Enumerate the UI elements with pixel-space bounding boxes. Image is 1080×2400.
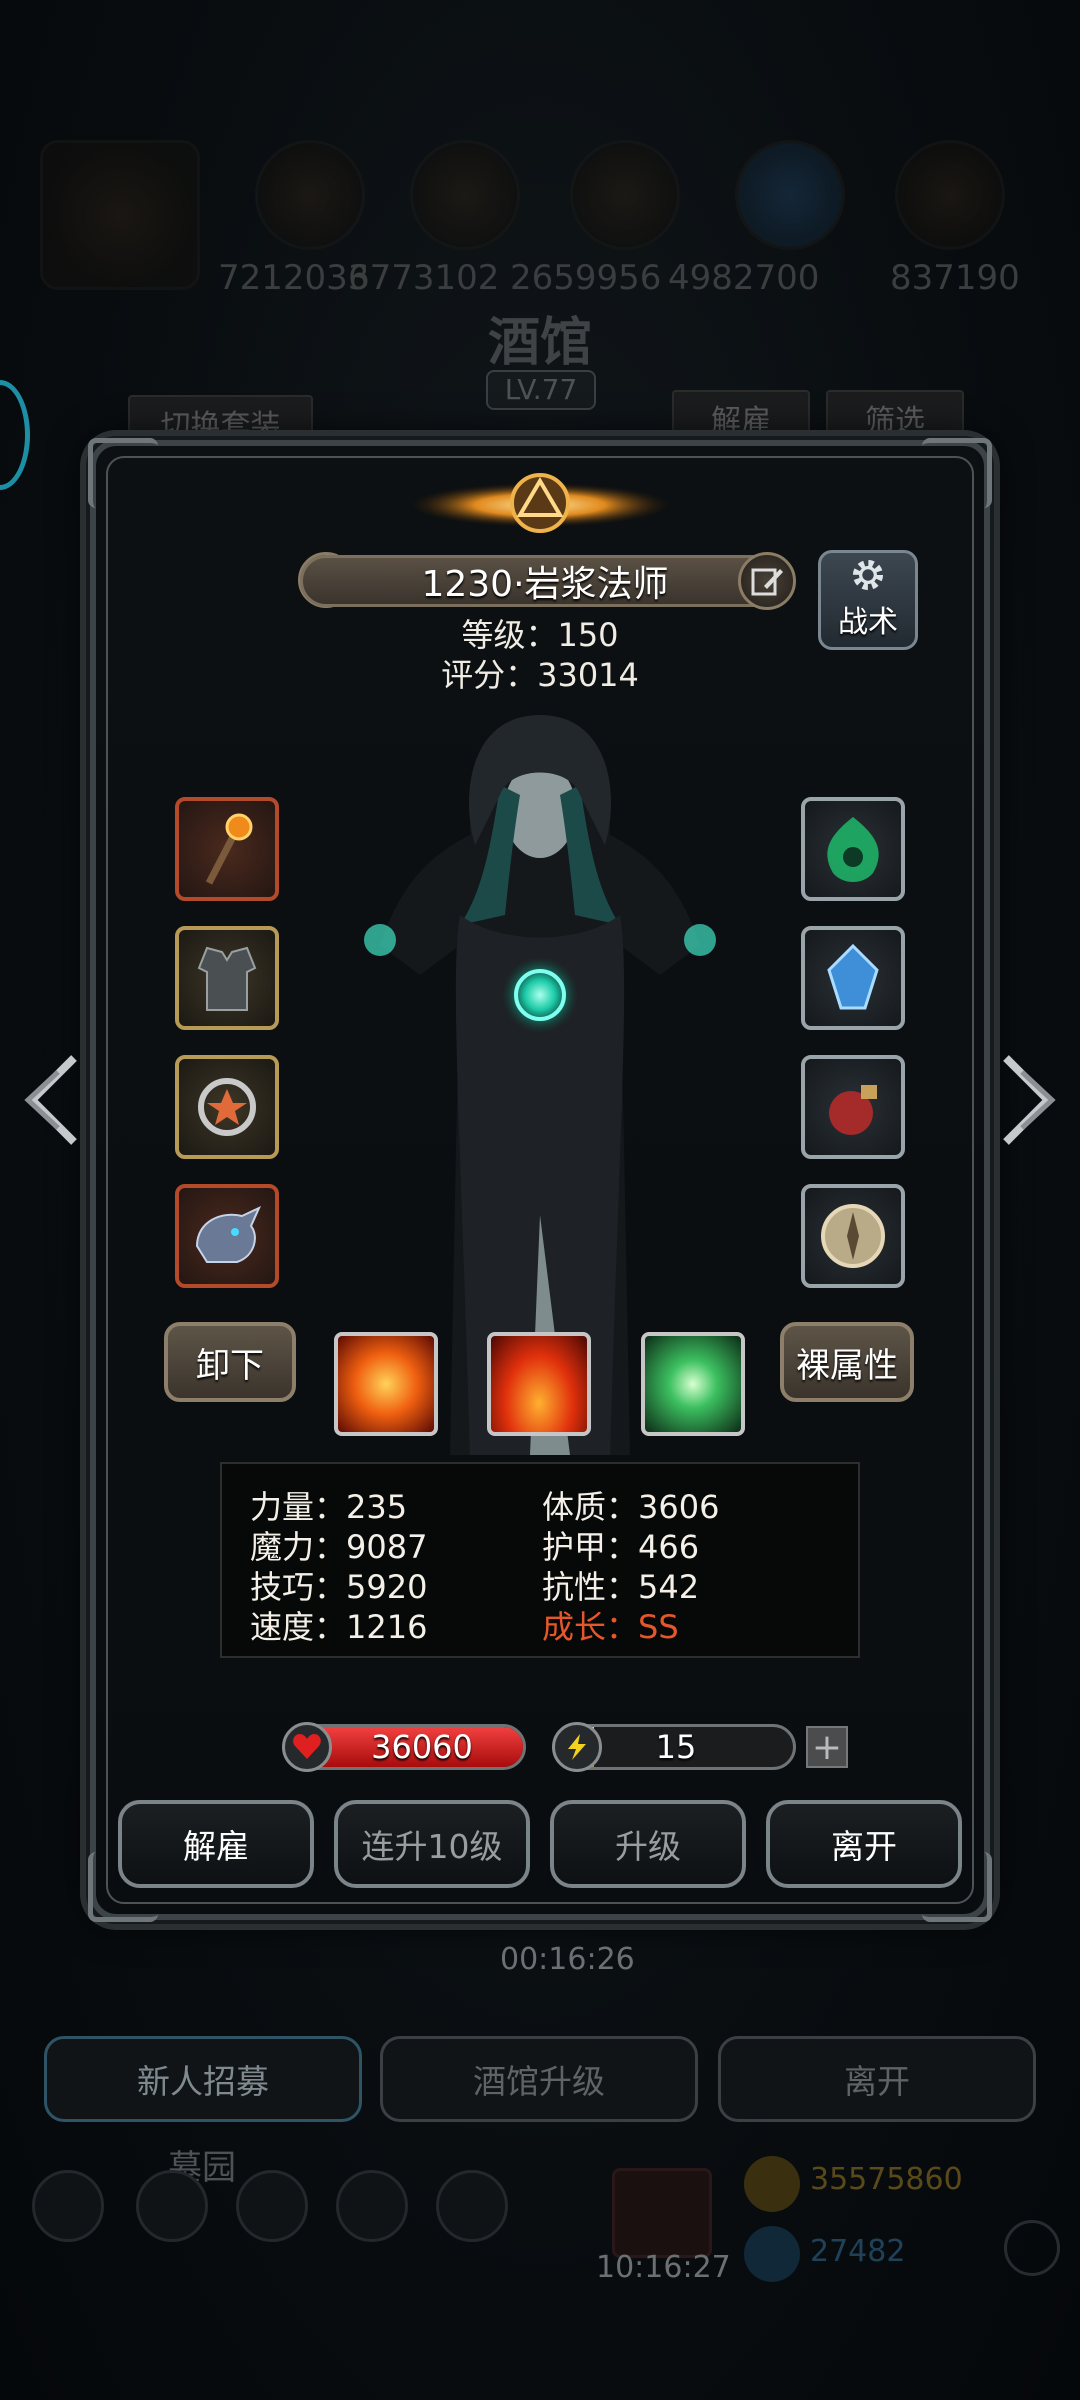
fire-burst-icon xyxy=(338,1336,434,1432)
ring-icon xyxy=(198,1078,256,1136)
bg-resource-value: 837190 xyxy=(890,258,1020,298)
recruit-tab[interactable]: 新人招募 xyxy=(44,2036,362,2122)
edit-icon xyxy=(751,568,783,596)
red-potion-icon xyxy=(829,1085,877,1135)
gem-icon xyxy=(744,2226,800,2282)
level-up-10-button[interactable]: 连升10级 xyxy=(334,1800,530,1888)
hero-score: 评分：33014 xyxy=(441,656,639,694)
bg-resource-value: 2659956 xyxy=(510,258,662,298)
heart-icon xyxy=(282,1722,332,1772)
equip-slot-armor[interactable] xyxy=(175,926,279,1030)
level-up-button[interactable]: 升级 xyxy=(550,1800,746,1888)
green-light-icon xyxy=(645,1336,741,1432)
robe-icon xyxy=(197,946,257,1011)
add-energy-button[interactable]: + xyxy=(806,1726,848,1768)
stat-growth: 成长：SS xyxy=(542,1608,679,1646)
bg-resource-icon xyxy=(895,140,1005,250)
flame-icon xyxy=(491,1336,587,1432)
more-icon[interactable] xyxy=(1004,2220,1060,2276)
compass-icon xyxy=(821,1204,885,1268)
crest-emblem-icon xyxy=(410,473,670,533)
equip-slot-potion[interactable] xyxy=(801,1055,905,1159)
dismiss-button[interactable]: 解雇 xyxy=(118,1800,314,1888)
dock-icon[interactable] xyxy=(32,2170,104,2242)
bg-resource-icon xyxy=(735,140,845,250)
staff-icon xyxy=(205,813,253,885)
green-flame-amulet-icon xyxy=(827,817,879,882)
next-hero-arrow-icon[interactable] xyxy=(996,1050,1066,1150)
gem-amount: 27482 xyxy=(810,2234,906,2269)
equip-slot-helm[interactable] xyxy=(175,1184,279,1288)
upgrade-tavern-tab[interactable]: 酒馆升级 xyxy=(380,2036,698,2122)
recruit-timer: 00:16:26 xyxy=(500,1942,635,1977)
equip-slot-gem[interactable] xyxy=(801,926,905,1030)
bg-resource-value: 7212033 xyxy=(218,258,370,298)
frame-corner xyxy=(922,438,992,508)
bg-resource-icon xyxy=(255,140,365,250)
gold-amount: 35575860 xyxy=(810,2162,963,2197)
bg-dismiss-button[interactable]: 解雇 xyxy=(672,390,810,446)
equip-slot-weapon[interactable] xyxy=(175,797,279,901)
tavern-level: LV.77 xyxy=(486,370,596,410)
gear-icon xyxy=(852,559,884,591)
close-button[interactable]: 离开 xyxy=(766,1800,962,1888)
skill-slot-1[interactable] xyxy=(334,1332,438,1436)
bg-avatar-icon xyxy=(40,140,200,290)
tavern-title: 酒馆 xyxy=(487,312,592,373)
base-attributes-button[interactable]: 裸属性 xyxy=(780,1322,914,1402)
gold-coin-icon xyxy=(744,2156,800,2212)
unequip-button[interactable]: 卸下 xyxy=(164,1322,296,1402)
blue-crystal-icon xyxy=(827,943,879,1010)
hero-name: 1230·岩浆法师 xyxy=(300,555,790,607)
equip-slot-amulet[interactable] xyxy=(801,797,905,901)
skill-slot-2[interactable] xyxy=(487,1332,591,1436)
clock-label: 10:16:27 xyxy=(596,2250,731,2285)
frame-corner xyxy=(88,438,158,508)
leave-tab[interactable]: 离开 xyxy=(718,2036,1036,2122)
dragon-helm-icon xyxy=(195,1205,262,1263)
gift-box-icon[interactable] xyxy=(612,2168,712,2258)
dock-icon[interactable] xyxy=(236,2170,308,2242)
lightning-icon xyxy=(552,1722,602,1772)
bg-resource-icon xyxy=(410,140,520,250)
bg-resource-icon xyxy=(570,140,680,250)
dock-icon[interactable] xyxy=(336,2170,408,2242)
equip-slot-ring[interactable] xyxy=(175,1055,279,1159)
bg-resource-value: 4982700 xyxy=(668,258,820,298)
previous-hero-arrow-icon[interactable] xyxy=(14,1050,84,1150)
attribute-panel: 力量：235 体质：3606 魔力：9087 护甲：466 技巧：5920 抗性… xyxy=(220,1462,860,1658)
stat-speed: 速度：1216 xyxy=(250,1608,428,1646)
bg-resource-value: 6773102 xyxy=(348,258,500,298)
dock-icon[interactable] xyxy=(436,2170,508,2242)
dock-icon[interactable] xyxy=(136,2170,208,2242)
equip-slot-accessory[interactable] xyxy=(801,1184,905,1288)
rename-button[interactable] xyxy=(738,552,796,610)
skill-slot-3[interactable] xyxy=(641,1332,745,1436)
